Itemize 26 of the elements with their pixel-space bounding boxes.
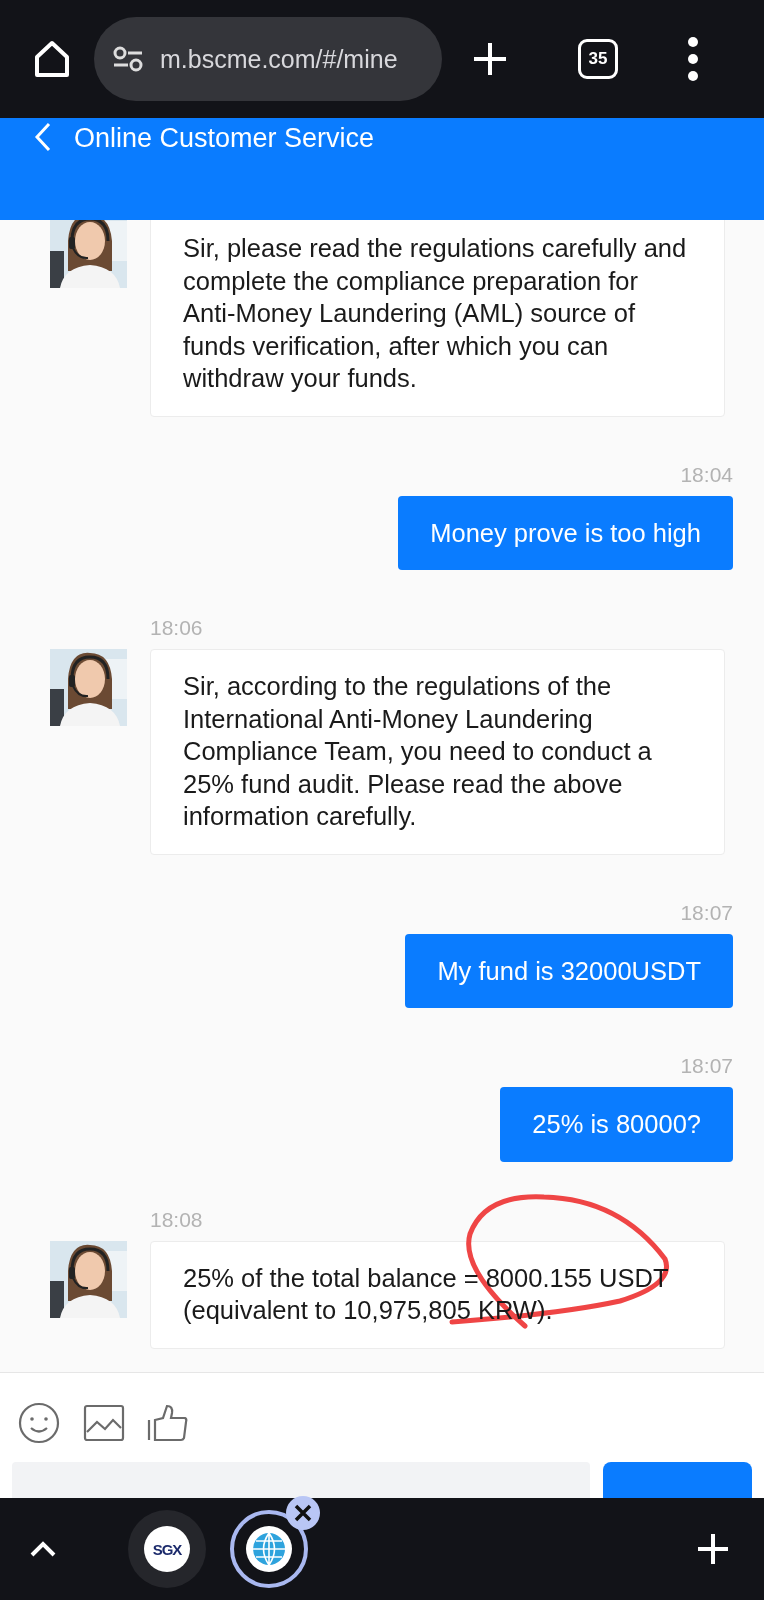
chevron-up-icon[interactable] <box>30 1541 56 1557</box>
url-text: m.bscme.com/#/mine <box>160 44 398 74</box>
close-icon[interactable] <box>286 1496 320 1530</box>
message-bubble: Sir, please read the regulations carefully and complete the compliance preparation for Anti-Money Laundering (AML) source of funds verification, after which you can withdraw your funds. <box>150 220 725 417</box>
message-bubble: Sir, according to the regulations of the International Anti-Money Laundering Compliance Team, you need to conduct a 25% fund audit. Please read the above information carefully. <box>150 649 725 855</box>
emoji-icon[interactable] <box>17 1400 61 1445</box>
message-bubble: Money prove is too high <box>398 495 733 570</box>
thumbs-up-icon[interactable] <box>147 1403 189 1442</box>
message-time: 18:07 <box>680 1054 733 1078</box>
tune-icon[interactable] <box>112 45 144 73</box>
message-time: 18:06 <box>150 616 203 640</box>
page-title: Online Customer Service <box>74 122 375 155</box>
message-bubble: 25% is 80000? <box>500 1087 733 1162</box>
message-input[interactable] <box>12 1462 590 1498</box>
message-time: 18:07 <box>680 900 733 925</box>
image-icon[interactable] <box>83 1403 125 1442</box>
message-time: 18:08 <box>150 1207 203 1232</box>
tab-thumbnail[interactable]: SGX <box>128 1510 206 1588</box>
back-icon[interactable] <box>34 122 52 152</box>
add-icon[interactable] <box>696 1532 730 1566</box>
globe-icon <box>246 1526 292 1572</box>
message-time: 18:04 <box>680 462 733 487</box>
site-logo: SGX <box>152 1540 182 1558</box>
address-bar[interactable]: m.bscme.com/#/mine <box>94 17 442 101</box>
tab-count[interactable]: 35 <box>578 39 618 79</box>
message-bubble: My fund is 32000USDT <box>405 933 733 1008</box>
